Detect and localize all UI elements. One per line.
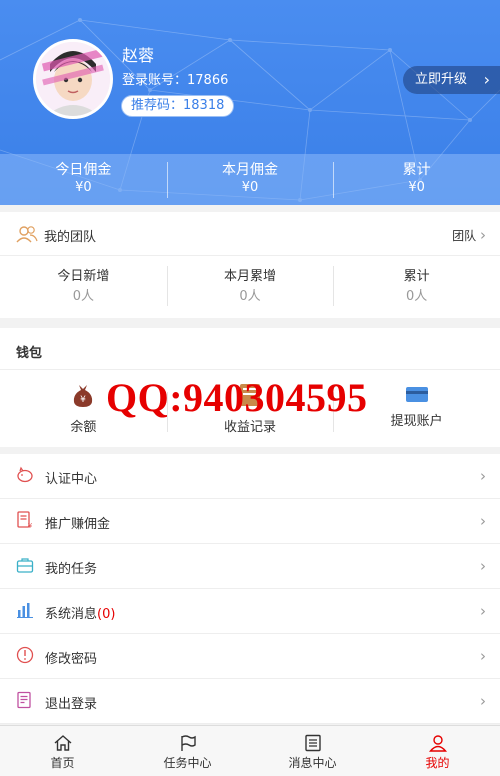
wallet-item-label: 收益记录	[224, 420, 277, 435]
wallet-header: 钱包	[0, 328, 500, 370]
menu-item-promotion[interactable]: ¥ 推广赚佣金 ›	[0, 499, 500, 544]
user-icon	[428, 735, 447, 752]
earnings-title: 累计	[402, 162, 431, 178]
wallet-withdraw-account[interactable]: 提现账户	[333, 370, 500, 447]
earnings-title: 今日佣金	[55, 162, 112, 178]
wallet-items: ¥ 余额 收益记录 提现账户	[0, 370, 500, 447]
team-stat-total: 累计 0人	[333, 256, 500, 318]
team-link[interactable]: 团队 ›	[452, 226, 486, 244]
team-header[interactable]: 我的团队 团队 ›	[0, 212, 500, 256]
team-stat-month: 本月累增 0人	[166, 256, 334, 318]
flag-icon	[180, 735, 196, 751]
chevron-right-icon: ›	[480, 647, 486, 665]
earnings-bar: 今日佣金 ¥0 本月佣金 ¥0 累计 ¥0	[0, 154, 500, 205]
menu-item-my-tasks[interactable]: 我的任务 ›	[0, 544, 500, 589]
stat-title: 今日新增	[57, 269, 110, 284]
wallet-item-label: 余额	[70, 420, 97, 435]
nav-message-center[interactable]: 消息中心	[250, 726, 375, 776]
menu-item-label: 系统消息(0)	[45, 603, 115, 622]
chevron-right-icon: ›	[480, 557, 486, 575]
menu-list: 认证中心 › ¥ 推广赚佣金 › 我的任务 › 系统消息(0) › 修改密码 ›…	[0, 454, 500, 724]
svg-text:¥: ¥	[80, 395, 86, 405]
edit-doc-icon	[17, 691, 31, 709]
chevron-right-icon: ›	[480, 226, 486, 244]
team-link-label: 团队	[452, 229, 477, 243]
team-icon	[16, 226, 38, 243]
card-icon	[405, 387, 428, 402]
referral-code-badge: 推荐码：18318	[121, 95, 235, 117]
earnings-value: ¥0	[241, 180, 259, 195]
earnings-total: 累计 ¥0	[333, 154, 500, 205]
nav-label: 消息中心	[288, 756, 337, 770]
money-bag-icon: ¥	[74, 385, 93, 407]
wallet-title: 钱包	[16, 346, 43, 361]
piggy-bank-icon	[17, 466, 33, 483]
menu-item-change-password[interactable]: 修改密码 ›	[0, 634, 500, 679]
nav-label: 任务中心	[163, 756, 212, 770]
earnings-today: 今日佣金 ¥0	[0, 154, 167, 205]
nav-label: 首页	[50, 756, 75, 770]
earnings-value: ¥0	[408, 180, 425, 195]
nav-label: 我的	[425, 756, 450, 770]
bottom-nav: 首页 任务中心 消息中心 我的	[0, 725, 500, 776]
menu-item-label: 推广赚佣金	[45, 517, 111, 532]
team-stats: 今日新增 0人 本月累增 0人 累计 0人	[0, 256, 500, 318]
nav-home[interactable]: 首页	[0, 726, 125, 776]
bar-chart-icon	[17, 603, 33, 618]
nav-task-center[interactable]: 任务中心	[125, 726, 250, 776]
chevron-right-icon: ›	[480, 602, 486, 620]
wallet-card: 钱包 ¥ 余额 收益记录 提现账户	[0, 328, 500, 447]
stat-title: 累计	[403, 269, 430, 284]
menu-item-verification[interactable]: 认证中心 ›	[0, 454, 500, 499]
user-name: 赵蓉	[122, 46, 155, 65]
wallet-income-records[interactable]: 收益记录	[166, 370, 334, 447]
unread-count: (0)	[97, 607, 116, 622]
stat-title: 本月累增	[224, 269, 277, 284]
upgrade-button[interactable]: 立即升级 ›	[403, 66, 500, 94]
menu-item-text: 系统消息	[45, 607, 98, 622]
stat-value: 0人	[72, 289, 94, 304]
svg-text:¥: ¥	[28, 522, 33, 529]
profile-header: 赵蓉 登录账号：17866 推荐码：18318 立即升级 › 今日佣金 ¥0 本…	[0, 0, 500, 205]
earnings-month: 本月佣金 ¥0	[166, 154, 334, 205]
menu-item-label: 认证中心	[45, 472, 98, 487]
menu-item-logout[interactable]: 退出登录 ›	[0, 679, 500, 724]
menu-item-system-messages[interactable]: 系统消息(0) ›	[0, 589, 500, 634]
chevron-right-icon: ›	[483, 70, 490, 89]
nav-mine[interactable]: 我的	[375, 726, 500, 776]
earnings-title: 本月佣金	[222, 162, 278, 178]
chevron-right-icon: ›	[480, 692, 486, 710]
wallet-item-label: 提现账户	[390, 414, 443, 429]
chevron-right-icon: ›	[480, 512, 486, 530]
menu-item-label: 我的任务	[45, 562, 98, 577]
avatar[interactable]	[33, 39, 113, 119]
team-stat-today: 今日新增 0人	[0, 256, 167, 318]
list-icon	[304, 734, 321, 752]
earnings-value: ¥0	[75, 180, 92, 195]
wallet-balance[interactable]: ¥ 余额	[0, 370, 167, 447]
document-yen-icon: ¥	[17, 511, 33, 529]
menu-item-label: 退出登录	[45, 697, 98, 712]
avatar-image	[36, 42, 110, 116]
ledger-icon	[240, 384, 260, 406]
team-title: 我的团队	[44, 230, 97, 245]
chevron-right-icon: ›	[480, 467, 486, 485]
briefcase-icon	[16, 558, 34, 573]
home-icon	[54, 735, 71, 751]
upgrade-label: 立即升级	[415, 72, 468, 87]
alert-circle-icon	[16, 646, 34, 664]
team-card: 我的团队 团队 › 今日新增 0人 本月累增 0人 累计 0人	[0, 212, 500, 318]
account-number: 登录账号：17866	[122, 73, 229, 88]
stat-value: 0人	[239, 289, 261, 304]
menu-item-label: 修改密码	[45, 652, 98, 667]
stat-value: 0人	[406, 289, 428, 304]
